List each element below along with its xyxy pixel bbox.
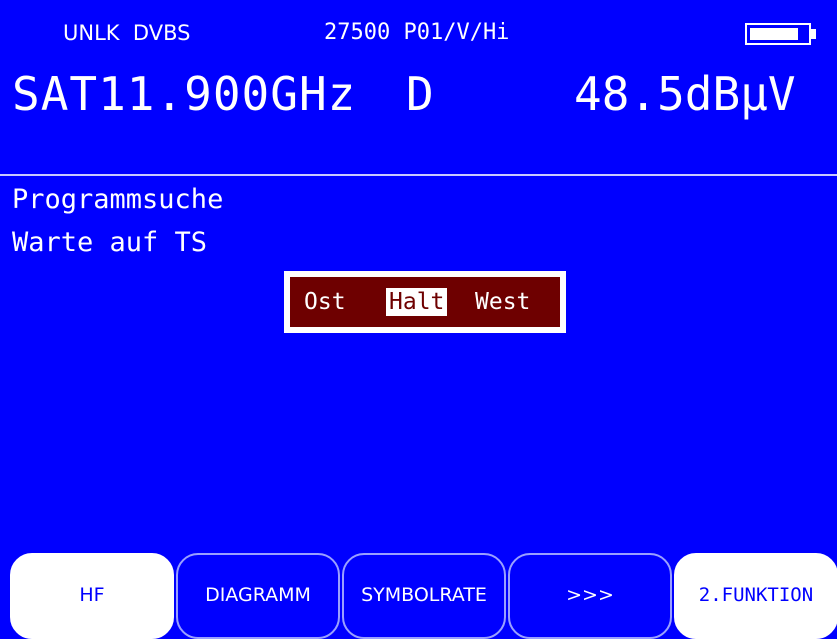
- level-readout: 48.5dBµV: [574, 67, 796, 121]
- softkey-diagramm-label: DIAGRAMM: [205, 584, 311, 606]
- battery-icon: [745, 23, 817, 45]
- page-title: Programmsuche: [12, 184, 224, 215]
- softkey-diagramm[interactable]: DIAGRAMM: [176, 553, 340, 639]
- divider: [0, 174, 837, 176]
- option-west[interactable]: West: [475, 288, 530, 316]
- direction-selector[interactable]: Ost Halt West: [284, 271, 566, 333]
- softkey-second-function-label: 2.FUNKTION: [698, 584, 814, 606]
- softkey-hf-label: HF: [79, 584, 105, 606]
- search-status: Warte auf TS: [12, 227, 208, 258]
- softkey-hf[interactable]: HF: [10, 553, 174, 639]
- softkey-symbolrate-label: SYMBOLRATE: [361, 584, 487, 606]
- mode-indicator: D: [406, 67, 434, 121]
- lock-status: UNLK DVBS: [63, 21, 191, 45]
- softkey-more-label: >>>: [566, 584, 614, 606]
- transponder-info: 27500 P01/V/Hi: [324, 20, 510, 45]
- frequency-readout: SAT11.900GHz: [12, 67, 357, 121]
- softkey-second-function[interactable]: 2.FUNKTION: [674, 553, 837, 639]
- option-ost[interactable]: Ost: [304, 288, 346, 316]
- option-halt[interactable]: Halt: [386, 288, 448, 316]
- softkey-symbolrate[interactable]: SYMBOLRATE: [342, 553, 506, 639]
- softkey-more[interactable]: >>>: [508, 553, 672, 639]
